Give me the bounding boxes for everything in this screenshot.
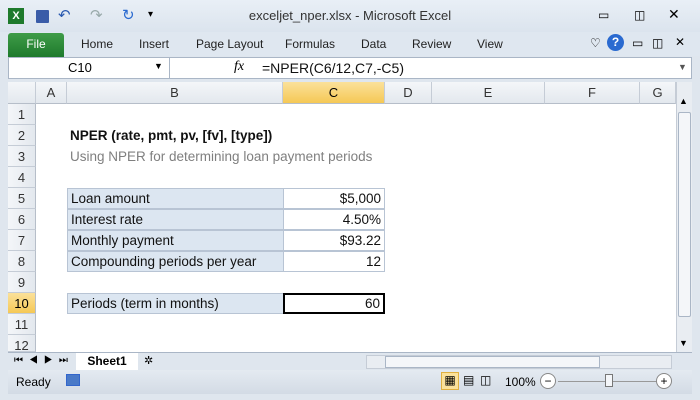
sheet-nav-arrows-icon[interactable]: ⏮◀▶⏭	[14, 355, 74, 366]
row-header[interactable]: 9	[8, 272, 36, 293]
scroll-down-icon[interactable]: ▼	[679, 338, 688, 348]
sheet-tab-sheet1[interactable]: Sheet1	[76, 353, 138, 370]
result-label[interactable]: Periods (term in months)	[67, 293, 283, 314]
cell-value[interactable]: $5,000	[283, 188, 385, 209]
restore-button[interactable]: ◫	[634, 8, 645, 22]
zoom-out-button[interactable]: −	[540, 373, 556, 389]
column-header-a[interactable]: A	[36, 82, 67, 104]
result-cell-selected[interactable]: 60	[283, 293, 385, 314]
expand-formula-bar-icon[interactable]: ▼	[678, 62, 687, 72]
window-title: exceljet_nper.xlsx - Microsoft Excel	[248, 8, 452, 23]
status-bar: Ready ▦ ▤ ◫ 100% − +	[8, 370, 692, 394]
zoom-level[interactable]: 100%	[505, 375, 536, 389]
tab-insert[interactable]: Insert	[139, 37, 169, 51]
row-header[interactable]: 3	[8, 146, 36, 167]
tab-page-layout[interactable]: Page Layout	[196, 37, 263, 51]
vertical-scrollbar[interactable]: ▲ ▼	[676, 82, 692, 352]
row-header[interactable]: 5	[8, 188, 36, 209]
workbook-restore-icon[interactable]: ◫	[652, 36, 663, 50]
cell-label[interactable]: Loan amount	[67, 188, 283, 209]
macro-record-icon[interactable]	[66, 374, 80, 386]
vertical-scroll-thumb[interactable]	[678, 112, 691, 317]
workbook-close-icon[interactable]: ✕	[675, 35, 685, 49]
horizontal-scroll-thumb[interactable]	[385, 356, 600, 368]
title-bar: X ↶ ↷ ↻ ▾ exceljet_nper.xlsx - Microsoft…	[0, 0, 700, 32]
scroll-up-icon[interactable]: ▲	[679, 96, 688, 106]
tab-review[interactable]: Review	[412, 37, 451, 51]
formula-input[interactable]: =NPER(C6/12,C7,-C5)	[262, 60, 404, 76]
row-header[interactable]: 4	[8, 167, 36, 188]
column-header-b[interactable]: B	[67, 82, 283, 104]
tab-formulas[interactable]: Formulas	[285, 37, 335, 51]
row-header[interactable]: 7	[8, 230, 36, 251]
name-box[interactable]: C10 ▼	[8, 57, 170, 79]
column-header-f[interactable]: F	[545, 82, 640, 104]
horizontal-scrollbar[interactable]	[366, 355, 672, 369]
row-header[interactable]: 8	[8, 251, 36, 272]
help-icon[interactable]: ?	[607, 34, 624, 51]
ribbon-tabs: Home Insert Page Layout Formulas Data Re…	[0, 32, 700, 56]
page-layout-view-icon[interactable]: ▤	[463, 373, 474, 387]
sheet-title[interactable]: NPER (rate, pmt, pv, [fv], [type])	[67, 126, 275, 147]
column-header-g[interactable]: G	[640, 82, 676, 104]
minimize-ribbon-icon[interactable]: ♡	[590, 36, 601, 50]
column-header-c[interactable]: C	[283, 82, 385, 104]
sheet-tab-bar: ⏮◀▶⏭ Sheet1 ✲	[8, 352, 692, 370]
tab-file[interactable]: File	[8, 33, 64, 57]
insert-function-icon[interactable]: fx	[234, 59, 244, 75]
page-break-view-icon[interactable]: ◫	[480, 373, 491, 387]
column-header-d[interactable]: D	[385, 82, 432, 104]
column-header-e[interactable]: E	[432, 82, 545, 104]
minimize-button[interactable]: ▭	[598, 8, 609, 22]
tab-data[interactable]: Data	[361, 37, 386, 51]
cell-label[interactable]: Compounding periods per year	[67, 251, 283, 272]
chevron-down-icon[interactable]: ▼	[154, 61, 163, 71]
zoom-slider-thumb[interactable]	[605, 374, 613, 387]
tab-view[interactable]: View	[477, 37, 503, 51]
cell-value[interactable]: $93.22	[283, 230, 385, 251]
normal-view-icon[interactable]: ▦	[441, 372, 459, 390]
close-button[interactable]: ✕	[668, 6, 680, 23]
cell-label[interactable]: Interest rate	[67, 209, 283, 230]
row-header[interactable]: 11	[8, 314, 36, 335]
row-header[interactable]: 1	[8, 104, 36, 125]
cell-value[interactable]: 4.50%	[283, 209, 385, 230]
zoom-in-button[interactable]: +	[656, 373, 672, 389]
status-ready: Ready	[16, 375, 51, 389]
workbook-minimize-icon[interactable]: ▭	[632, 36, 643, 50]
name-box-value: C10	[68, 60, 92, 75]
row-header[interactable]: 6	[8, 209, 36, 230]
row-header[interactable]: 10	[8, 293, 36, 314]
row-header[interactable]: 12	[8, 335, 36, 353]
sheet-subtitle[interactable]: Using NPER for determining loan payment …	[67, 147, 375, 168]
insert-sheet-icon[interactable]: ✲	[144, 354, 153, 367]
tab-home[interactable]: Home	[81, 37, 113, 51]
cell-label[interactable]: Monthly payment	[67, 230, 283, 251]
row-header[interactable]: 2	[8, 125, 36, 146]
cell-value[interactable]: 12	[283, 251, 385, 272]
select-all-corner[interactable]	[8, 82, 36, 104]
